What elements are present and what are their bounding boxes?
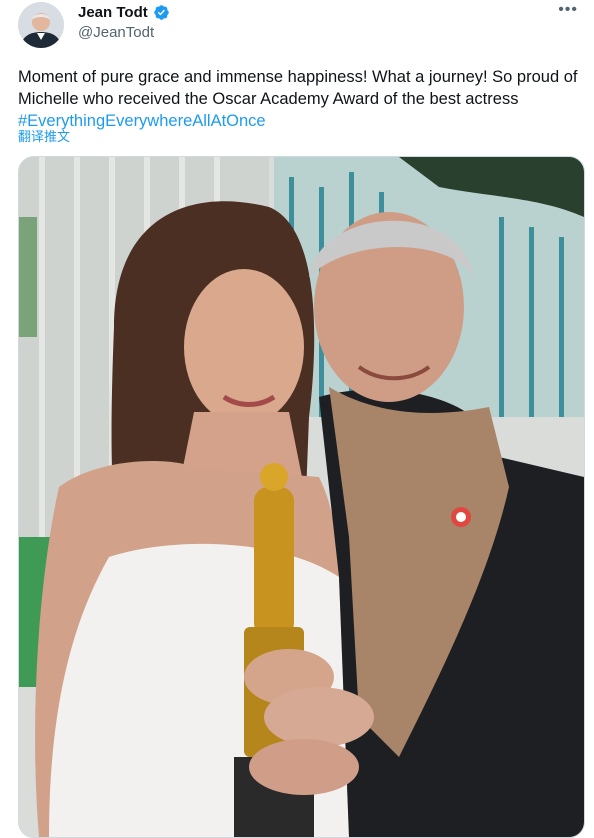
tweet-card: Jean Todt @JeanTodt ••• Moment of pure g… bbox=[0, 0, 594, 838]
author-handle[interactable]: @JeanTodt bbox=[78, 24, 154, 41]
verified-badge-icon bbox=[153, 5, 169, 20]
tweet-text: Moment of pure grace and immense happine… bbox=[18, 66, 578, 132]
tweet-photo[interactable] bbox=[18, 156, 585, 838]
author-name-row: Jean Todt bbox=[78, 4, 170, 21]
profile-avatar[interactable] bbox=[18, 2, 64, 48]
tweet-body: Moment of pure grace and immense happine… bbox=[18, 68, 578, 108]
more-horizontal-icon[interactable]: ••• bbox=[558, 2, 578, 18]
author-name[interactable]: Jean Todt bbox=[78, 4, 148, 21]
translate-tweet-link[interactable]: 翻译推文 bbox=[18, 126, 70, 145]
